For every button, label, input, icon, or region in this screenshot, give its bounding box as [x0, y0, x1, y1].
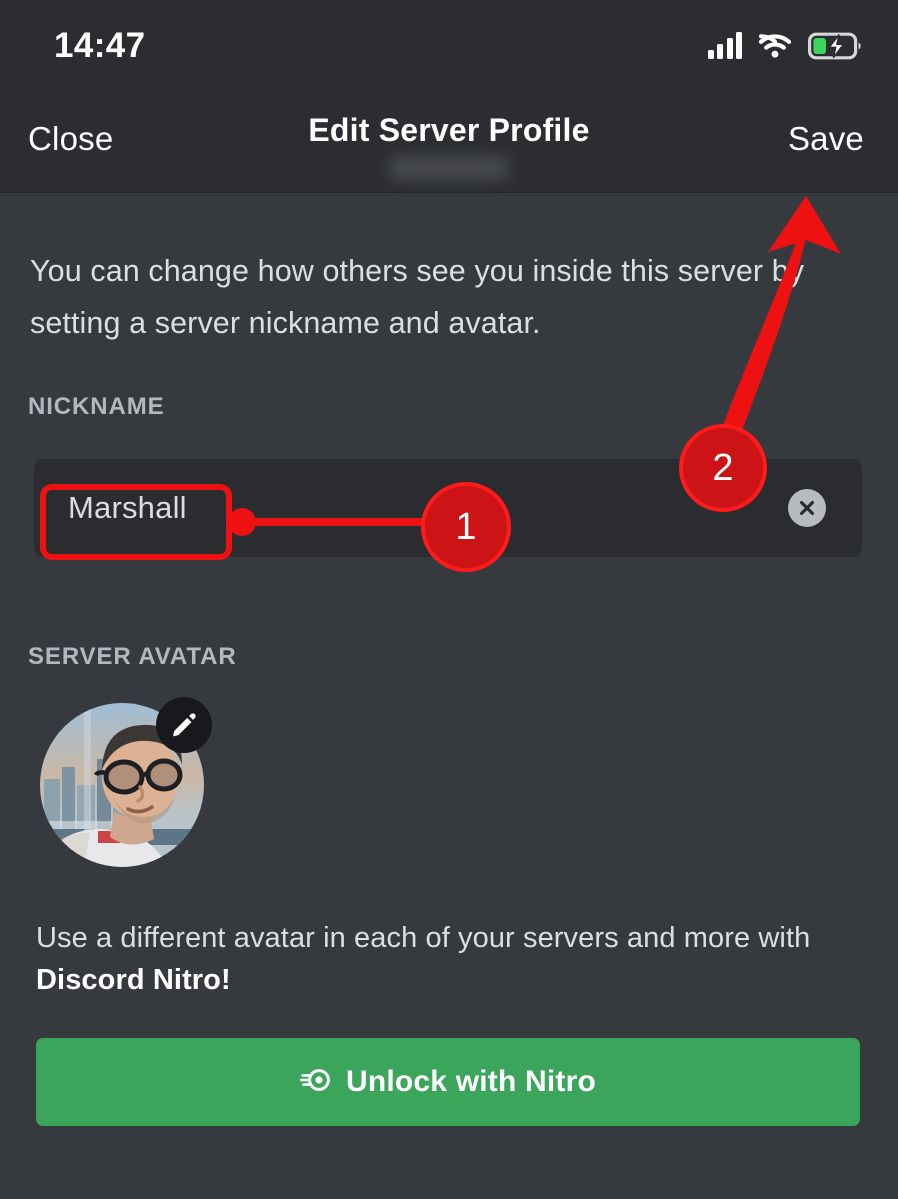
status-bar: 14:47: [0, 0, 898, 92]
redacted-server-name: [390, 155, 508, 181]
save-button[interactable]: Save: [788, 120, 864, 158]
nitro-promo-lead: Use a different avatar in each of your s…: [36, 922, 811, 954]
navigation-header: Close Edit Server Profile Save: [0, 92, 898, 193]
wifi-icon: [758, 33, 792, 59]
avatar[interactable]: [40, 697, 212, 867]
avatar-section-label: SERVER AVATAR: [28, 643, 237, 670]
nickname-input[interactable]: Marshall: [34, 459, 862, 557]
status-time: 14:47: [54, 26, 146, 65]
nickname-value[interactable]: Marshall: [68, 490, 187, 526]
page-title: Edit Server Profile: [308, 112, 590, 148]
intro-description: You can change how others see you inside…: [30, 254, 805, 340]
nitro-promo-brand: Discord Nitro!: [36, 964, 231, 996]
close-circle-icon[interactable]: [788, 489, 826, 527]
status-icon-group: [707, 32, 863, 60]
nitro-button-label: Unlock with Nitro: [345, 1065, 597, 1098]
nitro-promo-text: Use a different avatar in each of your s…: [36, 917, 836, 1001]
phone-screen: 14:47 Close Edit Server Profile Save You…: [0, 0, 898, 1199]
content-area: You can change how others see you inside…: [0, 193, 898, 1199]
nav-title-block: Edit Server Profile: [0, 110, 898, 181]
cellular-signal-icon: [707, 32, 742, 59]
nickname-section-label: NICKNAME: [28, 393, 165, 420]
unlock-with-nitro-button[interactable]: Unlock with Nitro: [36, 1038, 860, 1126]
nitro-wheel-icon: [299, 1066, 332, 1099]
pencil-icon[interactable]: [156, 697, 212, 753]
battery-charging-icon: [808, 32, 862, 60]
